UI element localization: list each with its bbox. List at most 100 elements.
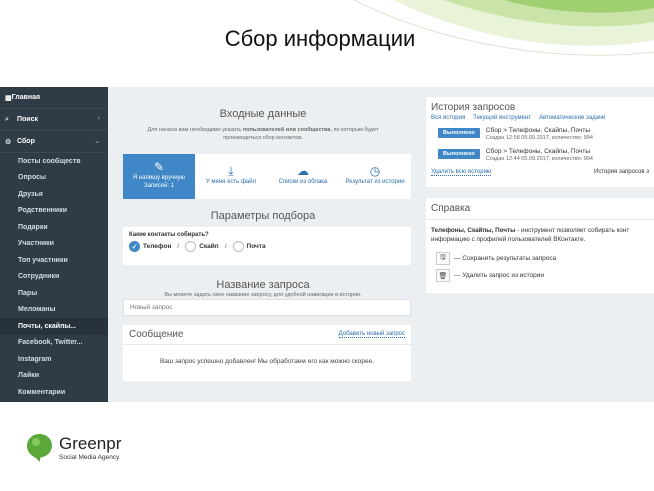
chevron-down-icon: ⌄ <box>94 138 100 145</box>
history-count: История запросов з <box>594 169 649 175</box>
sidebar-item-label: Главная <box>11 94 41 101</box>
history-row-name: Сбор > Телефоны, Скайпы, Почты <box>485 127 590 134</box>
source-cards: ✎ Я напишу вручную Записей: 1 ⤓ У меня е… <box>123 154 411 199</box>
radio-skype[interactable] <box>185 241 197 252</box>
radio-skype-label: Скайп <box>199 243 219 250</box>
sidebar-item-home[interactable]: ▦ Главная <box>0 87 108 109</box>
params-question: Какие контакты собирать? <box>129 232 209 238</box>
query-name-input[interactable] <box>123 299 411 316</box>
source-card-sub: Записей: 1 <box>144 183 174 189</box>
help-row-save: 🖫 — Сохранить результаты запроса <box>426 248 654 265</box>
sidebar-item-label: Сбор <box>17 138 35 145</box>
main-content: Входные данные Для начала вам необходимо… <box>108 87 418 402</box>
sidebar-subitem-instagram[interactable]: Instagram <box>0 351 108 368</box>
input-hint: Для начала вам необходимо указать пользо… <box>133 126 393 142</box>
message-text: Ваш запрос успешно добавлен! Мы обработа… <box>159 358 375 365</box>
params-section-title: Параметры подбора <box>210 210 316 222</box>
history-footer: Удалить всю историю История запросов з <box>426 163 654 182</box>
help-text: Телефоны, Скайпы, Почты - инструмент поз… <box>426 220 654 244</box>
sidebar-subitem-facebook[interactable]: Facebook, Twitter... <box>0 335 108 352</box>
message-header: Сообщение Добавить новый запрос <box>123 325 411 345</box>
contact-type-radios: ✓ Телефон / Скайп / Почта <box>129 241 405 252</box>
radio-phone-label: Телефон <box>143 243 172 250</box>
sidebar-subitem-gifts[interactable]: Подарки <box>0 219 108 236</box>
tab-current-tool[interactable]: Текущий инструмент <box>473 115 531 121</box>
slide-title: Сбор информации <box>224 26 416 51</box>
app-window: ▦ Главная ⌕ Поиск ‹ ⚙ Сбор ⌄ Посты сообщ… <box>0 87 654 402</box>
help-delete-text: — Удалить запрос из истории <box>454 272 545 279</box>
chevron-left-icon: ‹ <box>97 115 100 122</box>
cloud-icon: ☁ <box>297 164 309 178</box>
source-card-manual[interactable]: ✎ Я напишу вручную Записей: 1 <box>123 154 195 199</box>
history-row-name: Сбор > Телефоны, Скайпы, Почты <box>485 148 590 155</box>
grid-icon: ▦ <box>5 94 12 102</box>
sidebar-subitem-music-lovers[interactable]: Меломаны <box>0 302 108 319</box>
sidebar-subitem-polls[interactable]: Опросы <box>0 170 108 187</box>
query-name-hint: Вы можете задать свое название запросу, … <box>164 292 362 298</box>
radio-phone[interactable]: ✓ <box>129 241 140 252</box>
history-row[interactable]: Выполнено Сбор > Телефоны, Скайпы, Почты… <box>426 121 654 142</box>
input-hint-bold: пользователей или сообщества <box>242 127 331 133</box>
query-name-title: Название запроса <box>216 279 310 291</box>
sidebar-item-collect[interactable]: ⚙ Сбор ⌄ <box>0 131 108 153</box>
params-panel: Какие контакты собирать? ✓ Телефон / Ска… <box>123 227 411 265</box>
sidebar-subitem-relatives[interactable]: Родственники <box>0 203 108 220</box>
source-card-label: Списки из облака <box>278 179 328 185</box>
help-row-delete: 🗑 — Удалить запрос из истории <box>426 265 654 282</box>
search-icon: ⌕ <box>5 115 9 123</box>
source-card-file[interactable]: ⤓ У меня есть файл <box>195 154 267 199</box>
history-row-text: Сбор > Телефоны, Скайпы, Почты Создан 12… <box>486 147 593 163</box>
trash-icon: 🗑 <box>436 269 450 282</box>
history-row-text: Сбор > Телефоны, Скайпы, Почты Создан 12… <box>486 126 593 142</box>
radio-email[interactable] <box>232 241 244 252</box>
source-card-label: У меня есть файл <box>205 179 257 185</box>
help-panel: Справка Телефоны, Скайпы, Почты - инстру… <box>426 198 654 293</box>
message-title: Сообщение <box>129 329 184 340</box>
input-section-title: Входные данные <box>219 108 307 120</box>
sidebar-item-label: Поиск <box>17 116 39 123</box>
input-hint-text: Для начала вам необходимо указать <box>147 127 243 133</box>
sidebar-subitem-employees[interactable]: Сотрудники <box>0 269 108 286</box>
greenpr-logo: Greenpr Social Media Agency <box>26 433 121 463</box>
sidebar-subitem-posts[interactable]: Посты сообществ <box>0 153 108 170</box>
download-icon: ⤓ <box>228 164 234 178</box>
sidebar-item-search[interactable]: ⌕ Поиск ‹ <box>0 109 108 131</box>
clock-icon: ◷ <box>369 164 381 178</box>
sidebar-subitem-top-members[interactable]: Топ участники <box>0 252 108 269</box>
sidebar-subitem-likes[interactable]: Лайки <box>0 368 108 385</box>
radio-separator: / <box>224 243 227 250</box>
tab-auto-tasks[interactable]: Автоматические задачи <box>539 115 605 121</box>
source-card-label: Результат из истории <box>345 179 405 185</box>
logo-name: Greenpr <box>59 434 122 453</box>
help-title: Справка <box>426 198 654 220</box>
sidebar: ▦ Главная ⌕ Поиск ‹ ⚙ Сбор ⌄ Посты сообщ… <box>0 87 108 402</box>
status-badge: Выполнено <box>438 128 480 138</box>
radio-separator: / <box>177 243 180 250</box>
help-save-text: — Сохранить результаты запроса <box>454 255 557 262</box>
greenpr-logo-icon <box>27 434 52 462</box>
history-row-meta: Создан 12:58 05.09.2017, количество: 994 <box>485 135 593 141</box>
tab-all-history[interactable]: Вся история <box>431 115 465 121</box>
pencil-icon: ✎ <box>153 160 165 174</box>
source-card-history[interactable]: ◷ Результат из истории <box>339 154 411 199</box>
shopping-cart-icon: ⚙ <box>5 138 12 146</box>
sidebar-subitem-friends[interactable]: Друзья <box>0 186 108 203</box>
sidebar-subitem-members[interactable]: Участники <box>0 236 108 253</box>
history-panel: История запросов Вся история Текущий инс… <box>426 97 654 187</box>
radio-email-label: Почта <box>246 243 266 250</box>
logo-tagline: Social Media Agency <box>59 454 120 461</box>
source-card-cloud[interactable]: ☁ Списки из облака <box>267 154 339 199</box>
delete-all-history-link[interactable]: Удалить всю историю <box>431 169 492 176</box>
status-badge: Выполнено <box>438 149 480 159</box>
history-row-meta: Создан 12:44 05.09.2017, количество: 994 <box>485 156 593 162</box>
sidebar-subitem-contacts[interactable]: Почты, скайпы... <box>0 318 108 335</box>
save-icon: 🖫 <box>436 252 450 265</box>
add-new-query-link[interactable]: Добавить новый запрос <box>338 331 405 338</box>
sidebar-subitem-couples[interactable]: Пары <box>0 285 108 302</box>
history-row[interactable]: Выполнено Сбор > Телефоны, Скайпы, Почты… <box>426 142 654 163</box>
help-tool-name: Телефоны, Скайпы, Почты <box>431 227 516 234</box>
right-column: История запросов Вся история Текущий инс… <box>426 87 654 402</box>
sidebar-subitem-comments[interactable]: Комментарии <box>0 384 108 401</box>
source-card-label: Я напишу вручную <box>132 175 186 181</box>
logo-text: Greenpr Social Media Agency <box>59 435 121 461</box>
